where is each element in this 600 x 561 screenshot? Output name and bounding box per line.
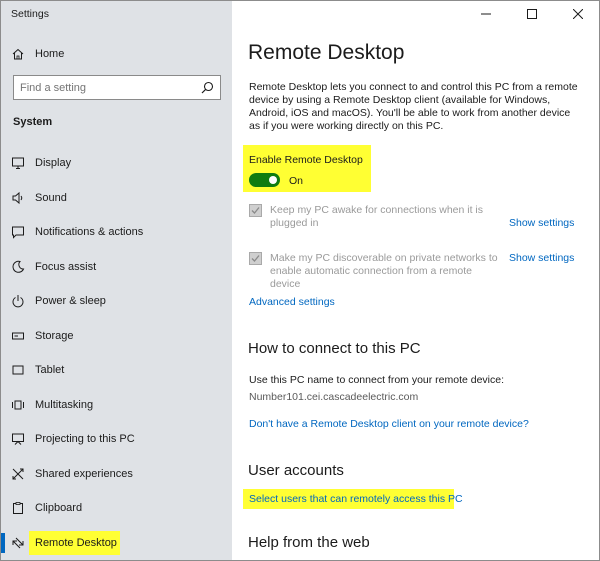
search-field[interactable] [13, 75, 221, 100]
connect-heading: How to connect to this PC [248, 340, 421, 357]
checkmark-icon [251, 255, 260, 262]
sidebar-item-power-sleep[interactable]: Power & sleep [1, 287, 232, 315]
settings-window: Settings Home System Display S [0, 0, 600, 561]
home-label: Home [35, 48, 65, 60]
sidebar-item-remote-desktop[interactable]: Remote Desktop [1, 529, 232, 557]
description: Remote Desktop lets you connect to and c… [249, 81, 578, 132]
close-icon [573, 9, 583, 19]
show-settings-link[interactable]: Show settings [509, 252, 574, 264]
advanced-settings-link[interactable]: Advanced settings [249, 296, 335, 308]
enable-remote-desktop-group: Enable Remote Desktop On [243, 145, 371, 192]
home-icon [11, 47, 25, 61]
sidebar-item-label: Focus assist [35, 261, 97, 273]
checkmark-icon [251, 207, 260, 214]
enable-label: Enable Remote Desktop [249, 154, 363, 166]
sidebar-item-multitasking[interactable]: Multitasking [1, 391, 232, 419]
discoverable-checkbox[interactable] [249, 252, 262, 265]
sidebar-item-label: Sound [35, 192, 67, 204]
minimize-button[interactable] [463, 1, 509, 27]
user-accounts-heading: User accounts [248, 462, 344, 479]
keep-awake-checkbox[interactable] [249, 204, 262, 217]
sidebar-item-clipboard[interactable]: Clipboard [1, 494, 232, 522]
sidebar-item-label: Storage [35, 330, 74, 342]
shared-experiences-icon [11, 467, 25, 481]
projecting-icon [11, 432, 25, 446]
sidebar-item-label: Clipboard [35, 502, 83, 514]
page-title: Remote Desktop [248, 41, 405, 64]
toggle-knob [269, 176, 277, 184]
sidebar-item-notifications[interactable]: Notifications & actions [1, 218, 232, 246]
sidebar-item-shared-experiences[interactable]: Shared experiences [1, 460, 232, 488]
window-controls [463, 1, 599, 27]
sidebar-item-focus-assist[interactable]: Focus assist [1, 253, 232, 281]
sidebar-item-label: Tablet [35, 364, 65, 376]
sound-icon [11, 191, 25, 205]
toggle-state-label: On [289, 175, 304, 187]
pc-name: Number101.cei.cascadeelectric.com [249, 391, 419, 403]
sidebar-item-tablet[interactable]: Tablet [1, 356, 232, 384]
connect-instructions: Use this PC name to connect from your re… [249, 374, 505, 386]
sidebar-item-label: Shared experiences [35, 468, 133, 480]
get-client-link[interactable]: Don't have a Remote Desktop client on yo… [249, 418, 529, 430]
power-icon [11, 294, 25, 308]
search-icon [201, 81, 214, 94]
sidebar-item-storage[interactable]: Storage [1, 322, 232, 350]
minimize-icon [481, 13, 491, 15]
clipboard-icon [11, 501, 25, 515]
remote-desktop-icon [11, 536, 25, 550]
multitasking-icon [11, 398, 25, 412]
show-settings-link[interactable]: Show settings [509, 217, 574, 229]
app-title: Settings [11, 8, 49, 20]
section-title: System [13, 116, 53, 128]
sidebar-item-label: Power & sleep [35, 295, 106, 307]
discoverable-label: Make my PC discoverable on private netwo… [270, 252, 498, 290]
display-icon [11, 156, 25, 170]
sidebar-item-projecting[interactable]: Projecting to this PC [1, 425, 232, 453]
help-heading: Help from the web [248, 534, 370, 551]
sidebar-item-label: Projecting to this PC [35, 433, 135, 445]
sidebar-item-sound[interactable]: Sound [1, 184, 232, 212]
sidebar-item-display[interactable]: Display [1, 149, 232, 177]
search-input[interactable] [20, 80, 190, 96]
enable-remote-desktop-toggle[interactable] [249, 173, 280, 187]
keep-awake-label: Keep my PC awake for connections when it… [270, 204, 484, 229]
focus-assist-icon [11, 260, 25, 274]
storage-icon [11, 329, 25, 343]
maximize-icon [527, 9, 537, 19]
sidebar-item-label: Display [35, 157, 72, 169]
maximize-button[interactable] [509, 1, 555, 27]
home-nav[interactable]: Home [1, 40, 232, 68]
main-content: Remote Desktop Remote Desktop lets you c… [232, 1, 599, 560]
sidebar-item-label: Remote Desktop [35, 537, 117, 549]
close-button[interactable] [555, 1, 599, 27]
sidebar: Settings Home System Display S [1, 1, 232, 560]
sidebar-item-label: Multitasking [35, 399, 94, 411]
sidebar-item-label: Notifications & actions [35, 226, 144, 238]
notifications-icon [11, 225, 25, 239]
tablet-icon [11, 363, 25, 377]
select-users-link[interactable]: Select users that can remotely access th… [249, 493, 463, 505]
